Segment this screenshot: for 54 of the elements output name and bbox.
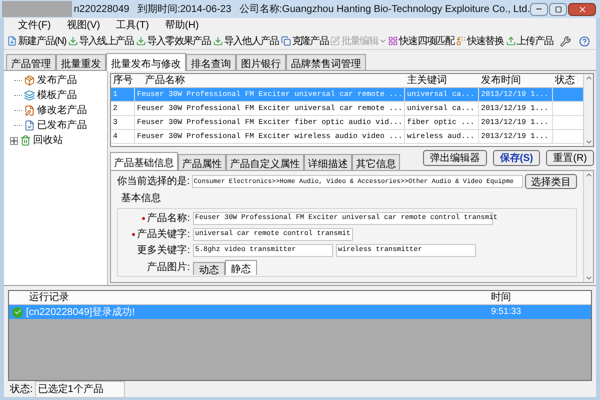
menu-item[interactable]: 帮助(H): [158, 18, 205, 33]
category-label: 你当前选择的是:: [117, 174, 190, 189]
window-title: 公司名称:Guangzhou Hanting Bio-Technology Exploiture Co., Ltd.: [239, 2, 530, 16]
status-label: 状态:: [10, 382, 33, 396]
toolbar-button[interactable]: 导入零效果产品: [134, 34, 212, 48]
menu-item[interactable]: 视图(V): [60, 18, 106, 33]
window-title: 到期时间:2014-06-23: [137, 2, 232, 16]
menu-item[interactable]: 工具(T): [110, 18, 155, 33]
action-button[interactable]: 弹出编辑器: [422, 150, 487, 166]
menu-item[interactable]: 文件(F): [12, 18, 57, 33]
field-label: 产品图片:: [146, 260, 190, 275]
tree-item[interactable]: 已发布产品: [37, 118, 87, 133]
select-category-button[interactable]: 选择类目: [525, 174, 577, 189]
toolbar-button[interactable]: 上传产品: [504, 34, 554, 48]
log-time: 9:51:33: [491, 305, 522, 318]
detail-tab[interactable]: 其它信息: [352, 154, 400, 170]
field-label: 产品名称:: [147, 212, 190, 226]
status-text: 已选定1个产品: [34, 380, 125, 398]
image-tab[interactable]: 静态: [225, 260, 257, 275]
column-header[interactable]: 时间: [491, 291, 591, 304]
group-title: 基本信息: [120, 192, 162, 206]
column-header[interactable]: 运行记录: [9, 291, 491, 304]
main-tab[interactable]: 品牌禁售词管理: [286, 54, 366, 70]
tree-item[interactable]: 发布产品: [37, 73, 77, 88]
detail-tab[interactable]: 详细描述: [304, 154, 352, 170]
toolbar-button[interactable]: 快速替换: [454, 34, 505, 48]
column-header[interactable]: 产品名称: [135, 74, 405, 87]
tree-item[interactable]: 回收站: [33, 133, 63, 148]
main-tab[interactable]: 批量发布与修改: [106, 53, 186, 71]
main-tab[interactable]: 批量重发: [56, 54, 106, 70]
column-header[interactable]: 序号: [111, 74, 135, 87]
action-button[interactable]: 保存(S): [492, 150, 540, 166]
detail-tab[interactable]: 产品基础信息: [110, 152, 178, 170]
main-tab[interactable]: 图片银行: [236, 54, 286, 70]
log-message: [cn220228049]登录成功!: [26, 306, 136, 320]
column-header[interactable]: 发布时间: [479, 74, 553, 87]
detail-tab[interactable]: 产品属性: [178, 154, 226, 170]
tree-item[interactable]: 修改老产品: [37, 103, 87, 118]
window-title: n220228049: [74, 2, 130, 16]
toolbar-button[interactable]: 导入他人产品: [212, 34, 280, 48]
toolbar-button[interactable]: 快速四项匹配: [387, 34, 455, 48]
action-button[interactable]: 重置(R): [546, 150, 594, 166]
detail-tab[interactable]: 产品自定义属性: [226, 154, 304, 170]
tree-item[interactable]: 模板产品: [37, 88, 77, 103]
toolbar-button[interactable]: 导入线上产品: [66, 34, 135, 48]
toolbar-button[interactable]: 新建产品(N): [6, 34, 67, 48]
field-label: 更多关键字:: [137, 244, 190, 258]
field-label: 产品关键字:: [137, 228, 190, 242]
toolbar-button[interactable]: 克隆产品: [280, 34, 330, 48]
column-header[interactable]: 状态: [553, 74, 583, 87]
main-tab[interactable]: 产品管理: [6, 54, 56, 70]
image-tab[interactable]: 动态: [193, 262, 225, 275]
column-header[interactable]: 主关键词: [405, 74, 479, 87]
main-tab[interactable]: 排名查询: [186, 54, 236, 70]
